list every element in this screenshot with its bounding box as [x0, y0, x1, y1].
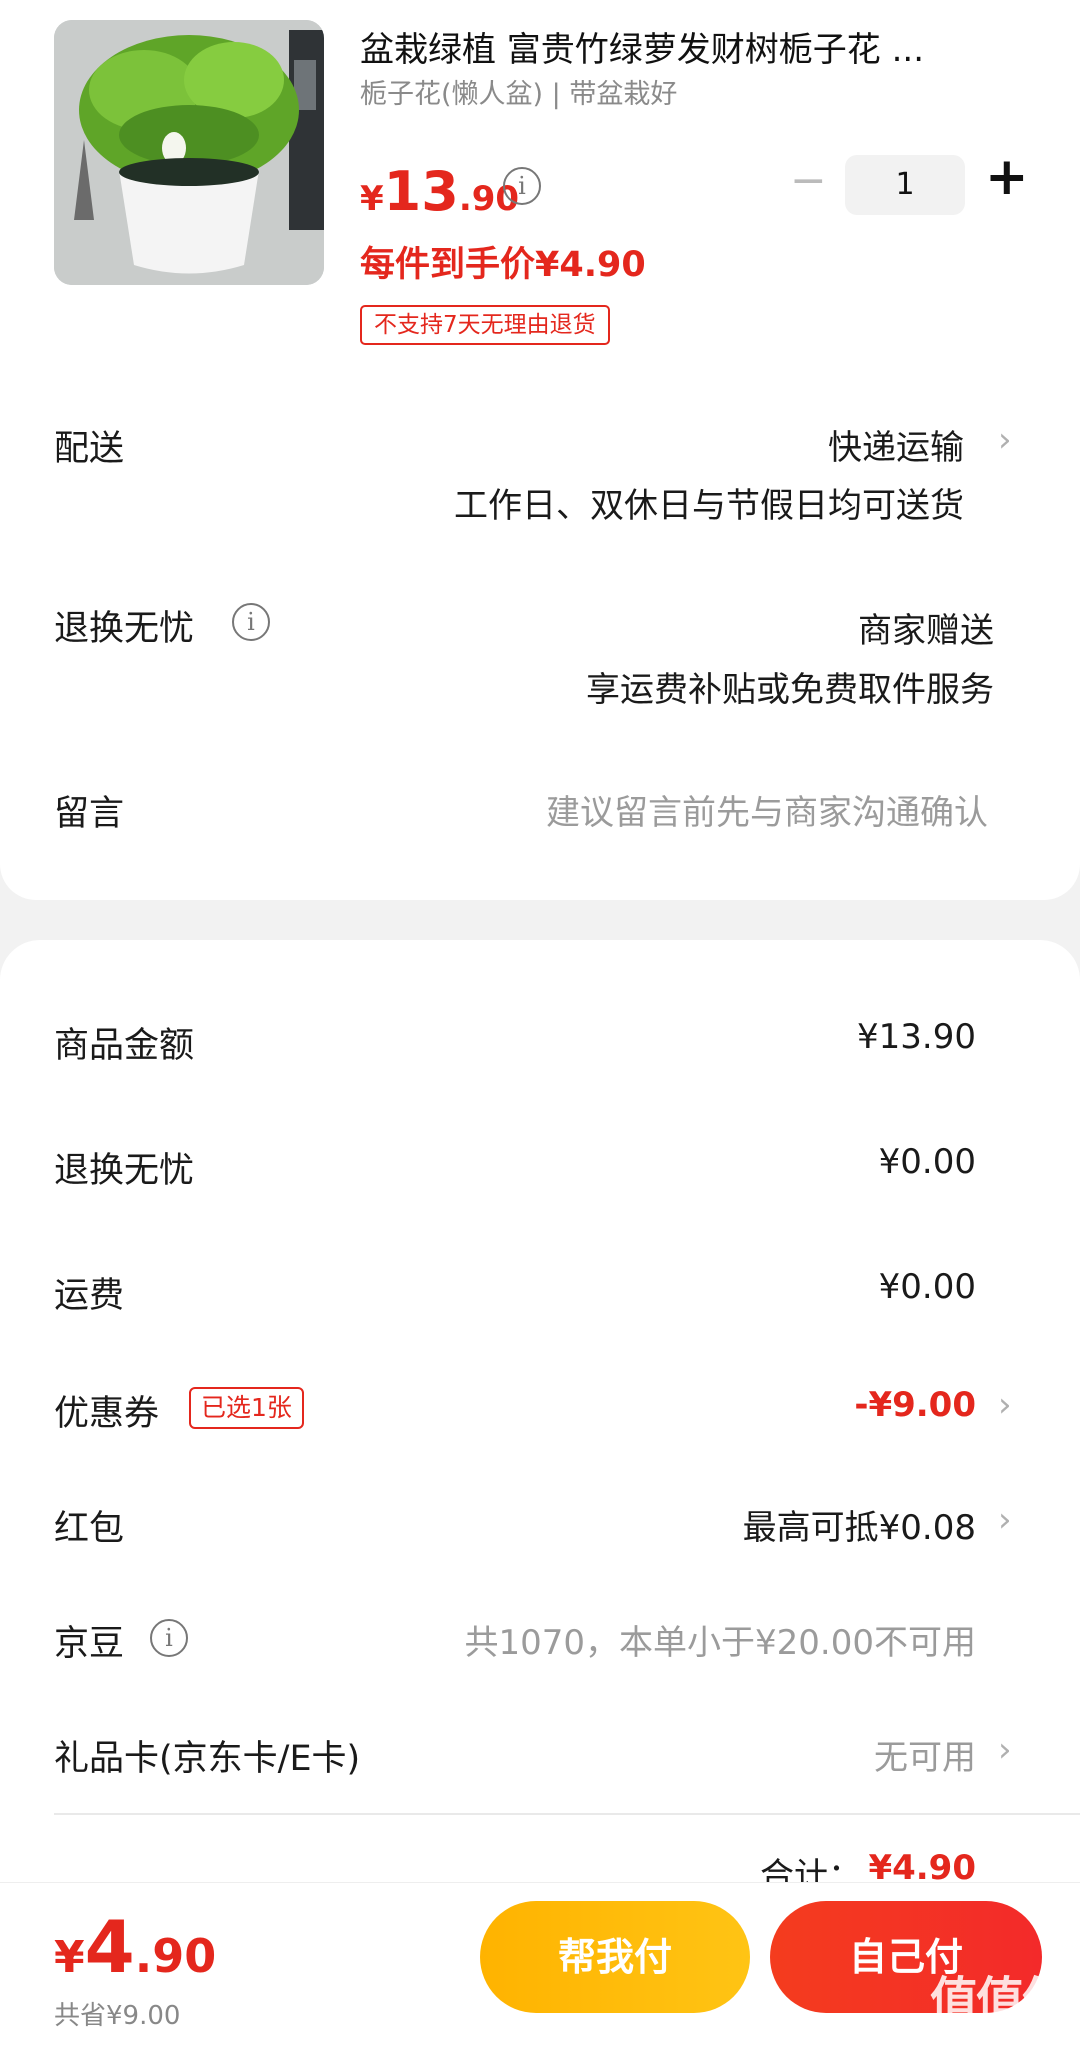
quantity-decrease-button[interactable]: − — [790, 155, 827, 206]
coupon-chevron-icon[interactable]: › — [998, 1385, 1012, 1425]
saved-amount: 共省¥9.00 — [54, 2001, 181, 2031]
per-item-price: 每件到手价¥4.90 — [360, 245, 646, 285]
goods-amount-value: ¥13.90 — [857, 1017, 976, 1057]
product-title[interactable]: 盆栽绿植 富贵竹绿萝发财树栀子花 ... — [360, 22, 924, 71]
message-label: 留言 — [54, 794, 125, 834]
red-packet-chevron-icon[interactable]: › — [998, 1500, 1012, 1540]
price-currency: ¥ — [360, 179, 384, 219]
delivery-chevron-icon[interactable]: › — [998, 420, 1012, 460]
jingdou-value: 共1070，本单小于¥20.00不可用 — [464, 1623, 977, 1663]
gift-card-value[interactable]: 无可用 — [874, 1730, 976, 1779]
shipping-value: ¥0.00 — [878, 1267, 976, 1307]
quantity-input[interactable]: 1 — [845, 155, 965, 215]
coupon-value[interactable]: -¥9.00 — [854, 1385, 976, 1425]
pay-integer: 4 — [84, 1905, 135, 1989]
delivery-note: 工作日、双休日与节假日均可送货 — [454, 486, 964, 526]
return-service-info-icon[interactable]: i — [232, 603, 270, 641]
return-fee-label: 退换无忧 — [54, 1151, 195, 1191]
help-pay-button[interactable]: 帮我付 — [480, 1901, 750, 2013]
price-info-icon[interactable]: i — [503, 167, 541, 205]
watermark-url: zhizhizhi.com — [930, 2018, 1066, 2042]
return-service-value: 商家赠送 — [858, 611, 994, 651]
potted-plant-illustration — [54, 20, 324, 285]
coupon-selected-badge: 已选1张 — [189, 1387, 304, 1429]
summary-divider — [54, 1813, 1080, 1815]
delivery-label: 配送 — [54, 429, 125, 469]
coupon-label: 优惠券 — [54, 1394, 160, 1434]
no-return-tag: 不支持7天无理由退货 — [360, 305, 610, 345]
return-fee-value: ¥0.00 — [878, 1142, 976, 1182]
price-integer: 13 — [383, 160, 459, 223]
jingdou-info-icon[interactable]: i — [150, 1619, 188, 1657]
pay-amount: ¥4.90 — [54, 1905, 216, 1989]
order-item-card: 盆栽绿植 富贵竹绿萝发财树栀子花 ... 栀子花(懒人盆) | 带盆栽好 ¥13… — [0, 0, 1080, 900]
product-image[interactable] — [54, 20, 324, 285]
checkout-bar: ¥4.90 共省¥9.00 帮我付 自己付 — [0, 1882, 1080, 2051]
delivery-method[interactable]: 快递运输 — [828, 420, 964, 469]
pay-decimal: .90 — [134, 1929, 217, 1983]
jingdou-label: 京豆 — [54, 1624, 125, 1664]
product-price: ¥13.90 — [360, 160, 519, 223]
quantity-increase-button[interactable]: + — [985, 147, 1029, 207]
goods-amount-label: 商品金额 — [54, 1026, 195, 1066]
gift-card-label: 礼品卡(京东卡/E卡) — [54, 1739, 361, 1779]
product-spec[interactable]: 栀子花(懒人盆) | 带盆栽好 — [360, 72, 677, 111]
red-packet-label: 红包 — [54, 1509, 125, 1549]
message-input[interactable]: 建议留言前先与商家沟通确认 — [546, 785, 988, 834]
gift-card-chevron-icon[interactable]: › — [998, 1730, 1012, 1770]
pay-currency: ¥ — [54, 1932, 85, 1983]
red-packet-value[interactable]: 最高可抵¥0.08 — [743, 1500, 976, 1549]
return-service-label: 退换无忧 — [54, 609, 195, 649]
shipping-label: 运费 — [54, 1276, 125, 1316]
return-service-note: 享运费补贴或免费取件服务 — [586, 670, 994, 710]
